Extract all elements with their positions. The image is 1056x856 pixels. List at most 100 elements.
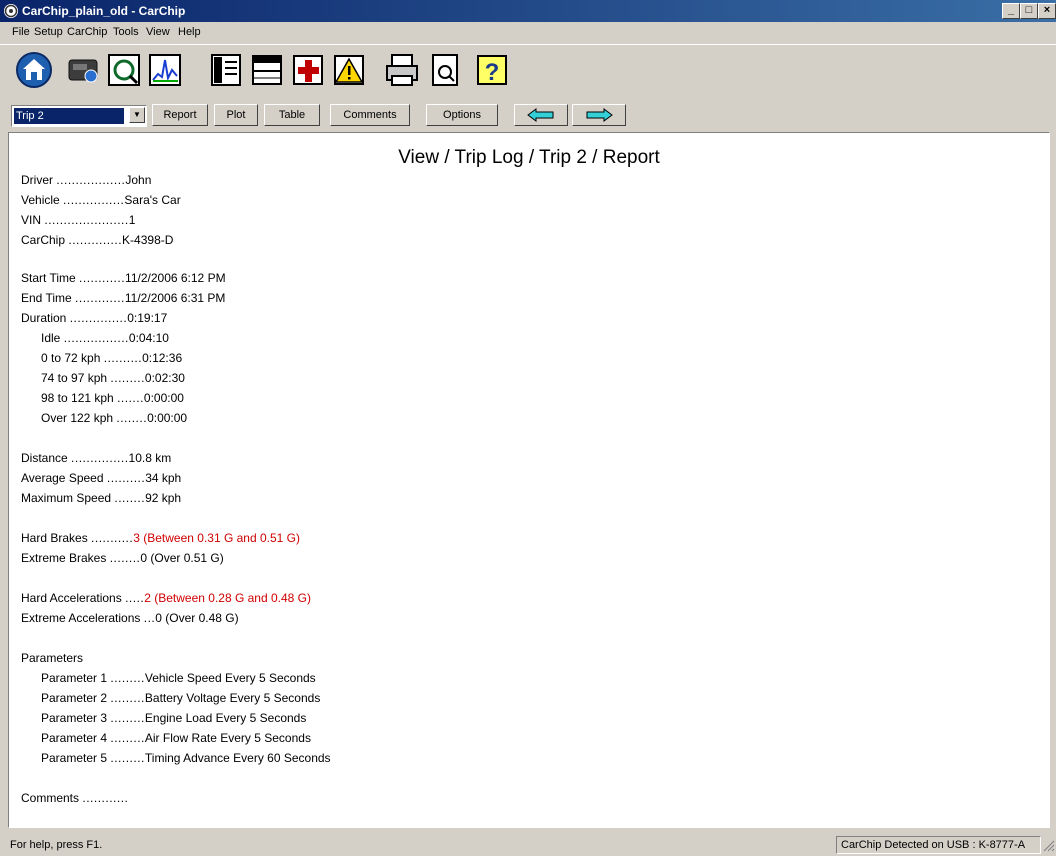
graph-icon[interactable] [145,50,185,90]
app-logo-icon [4,4,18,18]
report-row: Idle .................0:04:10 [41,331,169,345]
report-row-leader: ............... [71,451,129,465]
help-icon[interactable]: ? [472,50,512,90]
report-row: Start Time ............11/2/2006 6:12 PM [21,271,226,285]
report-row: Extreme Accelerations ...0 (Over 0.48 G) [21,611,239,625]
app-window: CarChip_plain_old - CarChip _ □ × File S… [0,0,1056,856]
menu-tools[interactable]: Tools [113,26,139,38]
report-row-leader: ............ [82,791,129,805]
report-row: Duration ...............0:19:17 [21,311,167,325]
menu-setup[interactable]: Setup [34,26,63,38]
report-row: VIN ......................1 [21,213,135,227]
report-row-value: 0 (Over 0.48 G) [155,611,239,625]
window-title: CarChip_plain_old - CarChip [22,4,186,18]
options-button-label: Options [443,109,481,121]
inspect-icon[interactable] [104,50,144,90]
report-row: Maximum Speed ........92 kph [21,491,181,505]
maximize-button[interactable]: □ [1020,3,1038,19]
report-row-leader: ..... [125,591,145,605]
report-row: Over 122 kph ........0:00:00 [41,411,187,425]
report-row: Parameter 3 .........Engine Load Every 5… [41,711,306,725]
report-row-leader: .......... [106,471,146,485]
report-row-leader: ........ [114,491,146,505]
report-row-value: Engine Load Every 5 Seconds [144,711,307,725]
report-row: Extreme Brakes ........0 (Over 0.51 G) [21,551,224,565]
report-row-leader: ......... [110,731,145,745]
carchip-device-icon[interactable] [63,50,103,90]
report-row: 0 to 72 kph ..........0:12:36 [41,351,182,365]
report-row-leader: ......... [110,671,145,685]
comments-button[interactable]: Comments [330,104,410,126]
resize-grip-icon[interactable] [1043,840,1055,852]
report-row-label: 98 to 121 kph [41,391,114,405]
report-row-value: 10.8 km [128,451,172,465]
report-row-leader: ........... [91,531,134,545]
menu-bar: File Setup CarChip Tools View Help [0,22,1056,42]
table-button[interactable]: Table [264,104,320,126]
notebook-icon[interactable] [206,50,246,90]
report-row-label: Distance [21,451,68,465]
report-row-value: 34 kph [145,471,182,485]
report-row: Parameters [21,651,83,665]
report-row-leader: ... [143,611,156,625]
report-row-value: 0:00:00 [147,411,188,425]
plot-button[interactable]: Plot [214,104,258,126]
report-row-leader: ............... [69,311,128,325]
print-icon[interactable] [382,50,422,90]
menu-view[interactable]: View [146,26,170,38]
report-row-leader: ............. [75,291,125,305]
report-row-value: John [125,173,152,187]
report-row-value: 92 kph [145,491,182,505]
trip-select-value: Trip 2 [14,108,124,124]
report-pane: View / Trip Log / Trip 2 / Report Driver… [8,132,1050,828]
report-row: End Time .............11/2/2006 6:31 PM [21,291,225,305]
health-icon[interactable] [288,50,328,90]
report-row-label: Comments [21,791,80,805]
report-row-label: Hard Accelerations [21,591,122,605]
report-row-label: VIN [21,213,42,227]
report-row: Parameter 2 .........Battery Voltage Eve… [41,691,320,705]
report-row-value: Vehicle Speed Every 5 Seconds [144,671,316,685]
warning-icon[interactable] [329,50,369,90]
home-icon[interactable] [14,50,54,90]
report-row-leader: ....... [117,391,144,405]
menu-carchip[interactable]: CarChip [67,26,107,38]
report-row-label: Over 122 kph [41,411,114,425]
report-row-leader: ........ [116,411,148,425]
svg-text:?: ? [485,59,500,86]
report-row-label: Maximum Speed [21,491,112,505]
report-row: CarChip ..............K-4398-D [21,233,173,247]
report-row-leader: ................ [63,193,125,207]
menu-file[interactable]: File [12,26,30,38]
report-row: Distance ...............10.8 km [21,451,171,465]
close-button[interactable]: × [1038,3,1056,19]
report-row-leader: ...................... [44,213,129,227]
report-button[interactable]: Report [152,104,208,126]
report-row-value: Timing Advance Every 60 Seconds [144,751,331,765]
status-bar: For help, press F1. CarChip Detected on … [0,832,1056,856]
trip-select[interactable]: Trip 2 ▼ [11,105,147,127]
report-row-leader: ......... [110,751,145,765]
status-device-text: CarChip Detected on USB : K-8777-A [836,836,1041,854]
report-row: Hard Brakes ...........3 (Between 0.31 G… [21,531,300,545]
report-row-value: 1 [128,213,136,227]
options-button[interactable]: Options [426,104,498,126]
report-row: 98 to 121 kph .......0:00:00 [41,391,184,405]
report-row-label: Parameter 4 [41,731,108,745]
toolbar: ? [0,44,1056,95]
arrow-left-icon [527,108,554,122]
next-trip-button[interactable] [572,104,626,126]
minimize-button[interactable]: _ [1002,3,1020,19]
menu-help[interactable]: Help [178,26,201,38]
report-row-label: End Time [21,291,72,305]
chevron-down-icon[interactable]: ▼ [129,107,145,123]
report-row: Vehicle ................Sara's Car [21,193,181,207]
previous-trip-button[interactable] [514,104,568,126]
report-row: Hard Accelerations .....2 (Between 0.28 … [21,591,311,605]
report-row-label: Average Speed [21,471,104,485]
report-button-label: Report [163,109,197,121]
report-row-value: 0:02:30 [144,371,185,385]
print-preview-icon[interactable] [425,50,465,90]
report-row-label: 0 to 72 kph [41,351,101,365]
table-icon[interactable] [247,50,287,90]
